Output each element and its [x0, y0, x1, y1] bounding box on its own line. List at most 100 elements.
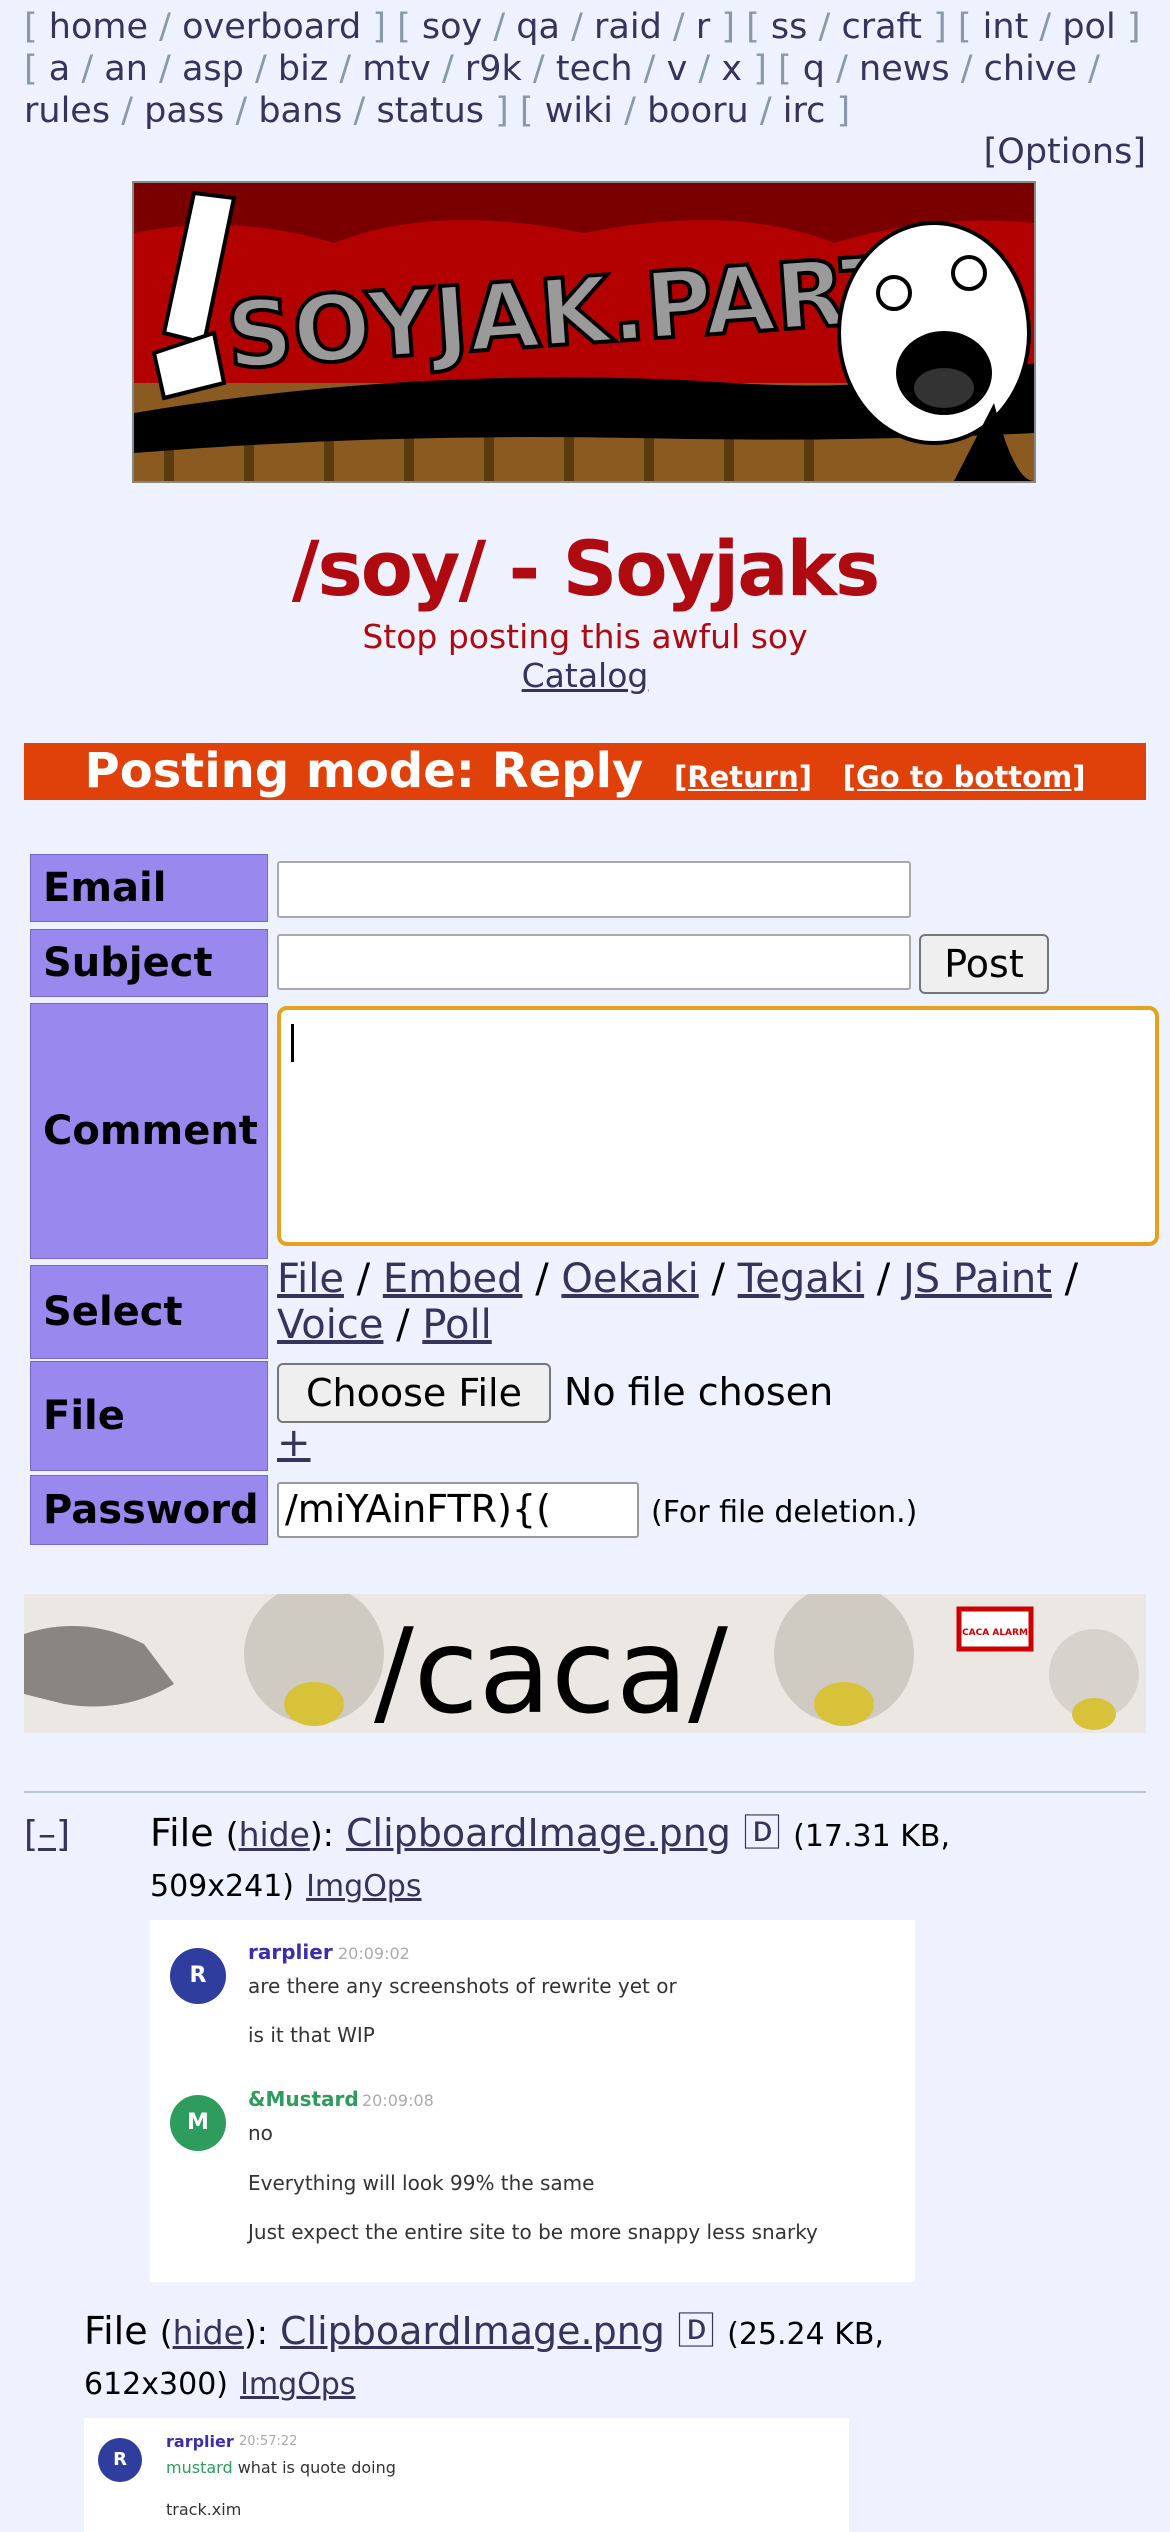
file-prefix: File — [84, 2309, 148, 2353]
separator: / — [243, 49, 278, 89]
hide-thread-toggle[interactable]: [–] — [24, 1814, 70, 1855]
board-link-news[interactable]: news — [859, 49, 950, 89]
board-link-x[interactable]: x — [721, 49, 742, 89]
go-to-bottom-link[interactable]: [Go to bottom] — [843, 760, 1086, 794]
board-title: /soy/ - Soyjaks — [291, 524, 881, 613]
board-link-bans[interactable]: bans — [258, 91, 342, 131]
select-embed-link[interactable]: Embed — [383, 1256, 523, 1302]
board-banner[interactable]: CACA ALARM /caca/ — [24, 1594, 1146, 1733]
bracket: ] — [484, 91, 520, 131]
file-dimensions: 612x300) — [84, 2367, 228, 2402]
board-link-chive[interactable]: chive — [984, 49, 1077, 89]
separator: / — [748, 91, 783, 131]
board-link-rules[interactable]: rules — [24, 91, 110, 131]
board-link-q[interactable]: q — [803, 49, 825, 89]
bracket: ] — [710, 7, 747, 47]
options-link[interactable]: [Options] — [984, 132, 1146, 172]
file-info-1: File (hide): ClipboardImage.png 🄳 (17.31… — [150, 1811, 951, 1904]
bracket: [ — [957, 7, 983, 47]
catalog-link[interactable]: Catalog — [522, 656, 649, 695]
select-jspaint-link[interactable]: JS Paint — [903, 1256, 1052, 1302]
file-label: File — [30, 1361, 268, 1471]
password-note: (For file deletion.) — [651, 1495, 918, 1530]
password-label: Password — [30, 1475, 268, 1545]
thumbnail-image-2[interactable]: R rarplier 20:57:22 mustard what is quot… — [84, 2418, 849, 2532]
subject-field[interactable] — [277, 934, 911, 990]
bracket: ] — [742, 49, 778, 89]
chat-message: are there any screenshots of rewrite yet… — [248, 1974, 677, 1998]
board-link-booru[interactable]: booru — [647, 91, 749, 131]
file-name-link[interactable]: ClipboardImage.png — [346, 1811, 731, 1855]
separator: / — [661, 7, 696, 47]
board-link-a[interactable]: a — [49, 49, 70, 89]
comment-label: Comment — [30, 1003, 268, 1259]
select-file-link[interactable]: File — [277, 1256, 344, 1302]
text-caret — [291, 1024, 294, 1062]
board-link-biz[interactable]: biz — [278, 49, 328, 89]
board-link-asp[interactable]: asp — [182, 49, 244, 89]
file-info-2: File (hide): ClipboardImage.png 🄳 (25.24… — [84, 2309, 885, 2402]
site-banner[interactable]: SOYJAK.PARTY — [132, 181, 1036, 483]
board-link-pass[interactable]: pass — [144, 91, 224, 131]
board-link-pol[interactable]: pol — [1062, 7, 1115, 47]
select-voice-link[interactable]: Voice — [277, 1302, 383, 1348]
select-tegaki-link[interactable]: Tegaki — [738, 1256, 864, 1302]
bracket: [ — [777, 49, 803, 89]
board-link-soy[interactable]: soy — [422, 7, 482, 47]
file-size: (25.24 KB, — [727, 2317, 885, 2352]
board-link-tech[interactable]: tech — [556, 49, 633, 89]
separator: / — [949, 49, 984, 89]
separator: / — [1077, 49, 1100, 89]
board-link-qa[interactable]: qa — [516, 7, 560, 47]
bracket: ] — [361, 7, 398, 47]
imgops-link[interactable]: ImgOps — [306, 1869, 421, 1904]
chat-timestamp: 20:57:22 — [239, 2434, 298, 2449]
board-link-an[interactable]: an — [104, 49, 148, 89]
avatar: R — [98, 2438, 142, 2482]
select-poll-link[interactable]: Poll — [422, 1302, 491, 1348]
board-link-int[interactable]: int — [983, 7, 1029, 47]
board-link-raid[interactable]: raid — [594, 7, 662, 47]
board-link-home[interactable]: home — [49, 7, 148, 47]
download-icon[interactable]: 🄳 — [743, 1811, 781, 1855]
email-label: Email — [30, 854, 268, 922]
chat-username: rarplier — [248, 1940, 333, 1964]
board-link-craft[interactable]: craft — [841, 7, 922, 47]
file-prefix: File — [150, 1811, 214, 1855]
download-icon[interactable]: 🄳 — [677, 2309, 715, 2353]
return-link[interactable]: [Return] — [674, 760, 812, 794]
file-dimensions: 509x241) — [150, 1869, 294, 1904]
bracket: ] — [1115, 7, 1141, 47]
caca-banner-text: /caca/ — [374, 1602, 728, 1733]
comment-textarea[interactable] — [277, 1006, 1159, 1246]
email-field[interactable] — [277, 861, 911, 918]
imgops-link[interactable]: ImgOps — [240, 2367, 355, 2402]
avatar: M — [170, 2095, 226, 2151]
choose-file-button[interactable]: Choose File — [277, 1363, 551, 1423]
separator: / — [1028, 7, 1063, 47]
separator: / — [328, 49, 363, 89]
separator: / — [613, 91, 648, 131]
board-link-r9k[interactable]: r9k — [465, 49, 522, 89]
board-link-r[interactable]: r — [696, 7, 710, 47]
select-options: File / Embed / Oekaki / Tegaki / JS Pain… — [277, 1256, 1079, 1348]
board-link-overboard[interactable]: overboard — [182, 7, 361, 47]
board-link-irc[interactable]: irc — [783, 91, 826, 131]
board-link-mtv[interactable]: mtv — [362, 49, 431, 89]
board-link-status[interactable]: status — [376, 91, 484, 131]
file-name-link[interactable]: ClipboardImage.png — [280, 2309, 665, 2353]
add-file-link[interactable]: + — [277, 1420, 311, 1466]
board-link-ss[interactable]: ss — [771, 7, 807, 47]
post-button[interactable]: Post — [919, 934, 1049, 994]
password-field[interactable]: /miYAinFTR){( — [277, 1482, 639, 1538]
board-link-v[interactable]: v — [667, 49, 688, 89]
chat-message: mustard what is quote doing — [166, 2458, 396, 2477]
bracket: ] — [921, 7, 958, 47]
thumbnail-image-1[interactable]: R rarplier 20:09:02 are there any screen… — [150, 1920, 915, 2282]
separator: / — [807, 7, 842, 47]
select-oekaki-link[interactable]: Oekaki — [561, 1256, 698, 1302]
hide-file-link[interactable]: hide — [239, 1815, 310, 1854]
board-link-wiki[interactable]: wiki — [545, 91, 613, 131]
board-subtitle: Stop posting this awful soy — [362, 617, 808, 656]
hide-file-link[interactable]: hide — [173, 2313, 244, 2352]
